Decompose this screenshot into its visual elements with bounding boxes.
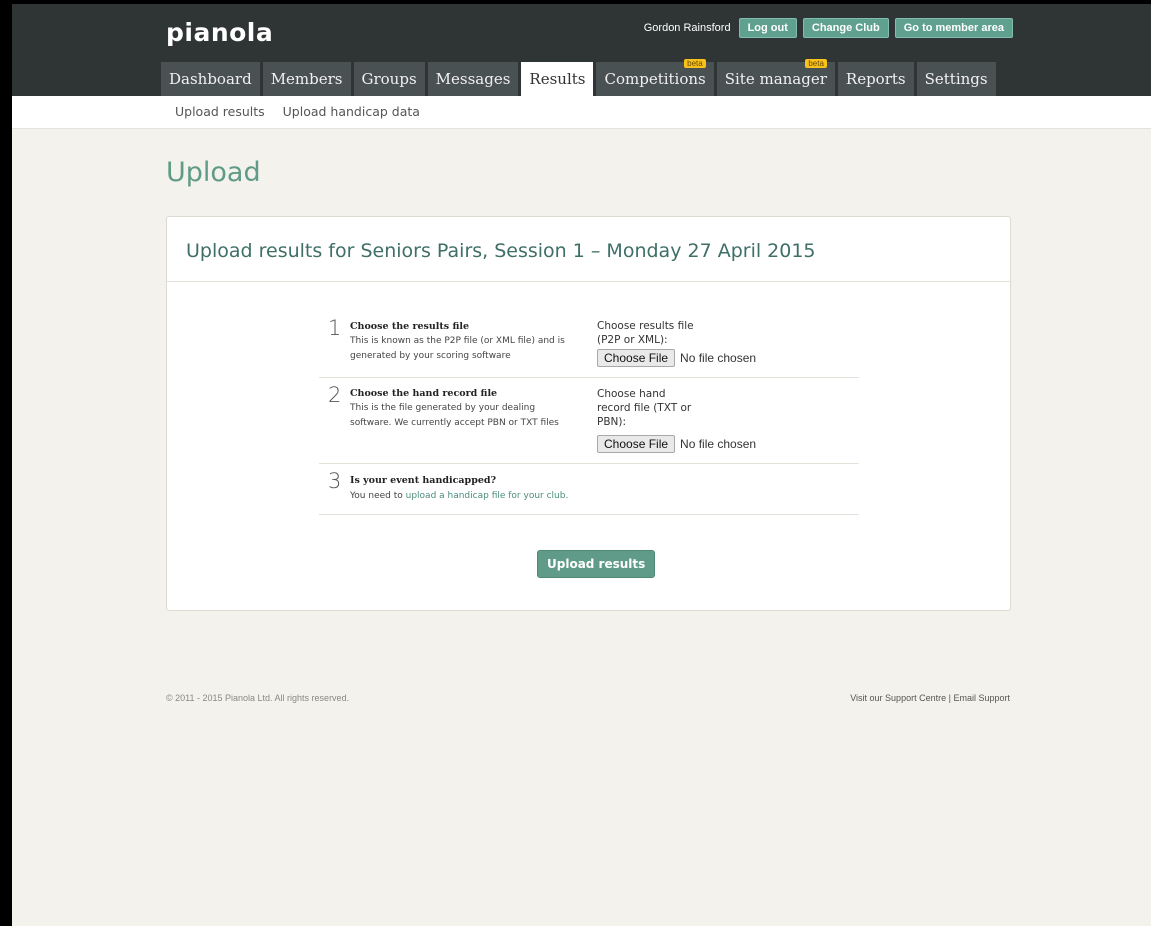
tab-results[interactable]: Results <box>521 62 594 96</box>
hand-record-file-input[interactable]: Choose File No file chosen <box>597 435 756 453</box>
sub-nav: Upload results Upload handicap data <box>12 96 1151 129</box>
page-title: Upload <box>166 157 261 188</box>
subnav-upload-handicap-data[interactable]: Upload handicap data <box>283 96 420 128</box>
step-number: 1 <box>328 316 342 340</box>
pianola-logo[interactable]: pianola <box>166 18 273 47</box>
handicap-desc-prefix: You need to <box>350 491 406 501</box>
results-file-label: Choose results file (P2P or XML): <box>597 320 694 346</box>
user-bar: Gordon Rainsford Log out Change Club Go … <box>644 18 1013 38</box>
logout-button[interactable]: Log out <box>738 18 797 38</box>
tab-dashboard[interactable]: Dashboard <box>161 62 260 96</box>
step-title: Choose the hand record file <box>350 388 498 399</box>
tab-label: Messages <box>435 70 511 88</box>
member-area-button[interactable]: Go to member area <box>894 18 1013 38</box>
beta-badge: beta <box>684 59 706 68</box>
change-club-button[interactable]: Change Club <box>802 18 889 38</box>
step-title: Is your event handicapped? <box>350 475 497 486</box>
choose-hand-record-file-button[interactable]: Choose File <box>597 435 676 453</box>
hand-record-file-label: Choose hand record file (TXT or PBN): <box>597 388 692 428</box>
tab-label: Reports <box>845 70 906 88</box>
hand-record-file-status: No file chosen <box>680 437 757 451</box>
footer-separator: | <box>948 693 951 703</box>
card-header: Upload results for Seniors Pairs, Sessio… <box>167 217 1010 282</box>
upload-steps: 1 Choose the results file This is known … <box>319 311 859 515</box>
main-nav: Dashboard Members Groups Messages Result… <box>161 59 999 96</box>
tab-label: Competitions <box>604 70 706 88</box>
step-title: Choose the results file <box>350 321 470 332</box>
tab-settings[interactable]: Settings <box>916 62 996 96</box>
step-description: This is the file generated by your deali… <box>350 403 559 428</box>
choose-results-file-button[interactable]: Choose File <box>597 349 676 367</box>
step-number: 2 <box>328 383 342 407</box>
step-description: You need to upload a handicap file for y… <box>350 489 610 504</box>
tab-label: Groups <box>361 70 417 88</box>
upload-results-button[interactable]: Upload results <box>537 550 656 578</box>
tab-reports[interactable]: Reports <box>837 62 914 96</box>
step-results-file: 1 Choose the results file This is known … <box>319 311 859 378</box>
step-hand-record-file: 2 Choose the hand record file This is th… <box>319 378 859 464</box>
footer-copyright: © 2011 - 2015 Pianola Ltd. All rights re… <box>166 693 350 703</box>
tab-members[interactable]: Members <box>262 62 351 96</box>
tab-label: Site manager <box>724 70 827 88</box>
beta-badge: beta <box>805 59 827 68</box>
window-frame-left <box>0 0 12 926</box>
tab-groups[interactable]: Groups <box>353 62 425 96</box>
tab-label: Members <box>270 70 343 88</box>
tab-label: Results <box>529 70 586 88</box>
tab-label: Dashboard <box>169 70 252 88</box>
tab-label: Settings <box>924 70 988 88</box>
tab-site-manager[interactable]: Site manager beta <box>716 59 835 96</box>
tab-competitions[interactable]: Competitions beta <box>596 59 714 96</box>
step-description: This is known as the P2P file (or XML fi… <box>350 336 565 361</box>
email-support-link[interactable]: Email Support <box>953 693 1010 703</box>
step-number: 3 <box>328 469 342 493</box>
user-name: Gordon Rainsford <box>643 22 731 34</box>
support-centre-link[interactable]: Visit our Support Centre <box>850 693 946 703</box>
upload-card: Upload results for Seniors Pairs, Sessio… <box>166 216 1011 611</box>
results-file-status: No file chosen <box>680 351 757 365</box>
top-bar: pianola Gordon Rainsford Log out Change … <box>12 4 1151 96</box>
subnav-upload-results[interactable]: Upload results <box>175 96 265 128</box>
card-title: Upload results for Seniors Pairs, Sessio… <box>186 240 816 262</box>
footer-links: Visit our Support Centre | Email Support <box>850 693 1010 703</box>
step-handicap: 3 Is your event handicapped? You need to… <box>319 464 859 515</box>
tab-messages[interactable]: Messages <box>427 62 519 96</box>
results-file-input[interactable]: Choose File No file chosen <box>597 349 756 367</box>
upload-handicap-file-link[interactable]: upload a handicap file for your club. <box>406 491 569 501</box>
